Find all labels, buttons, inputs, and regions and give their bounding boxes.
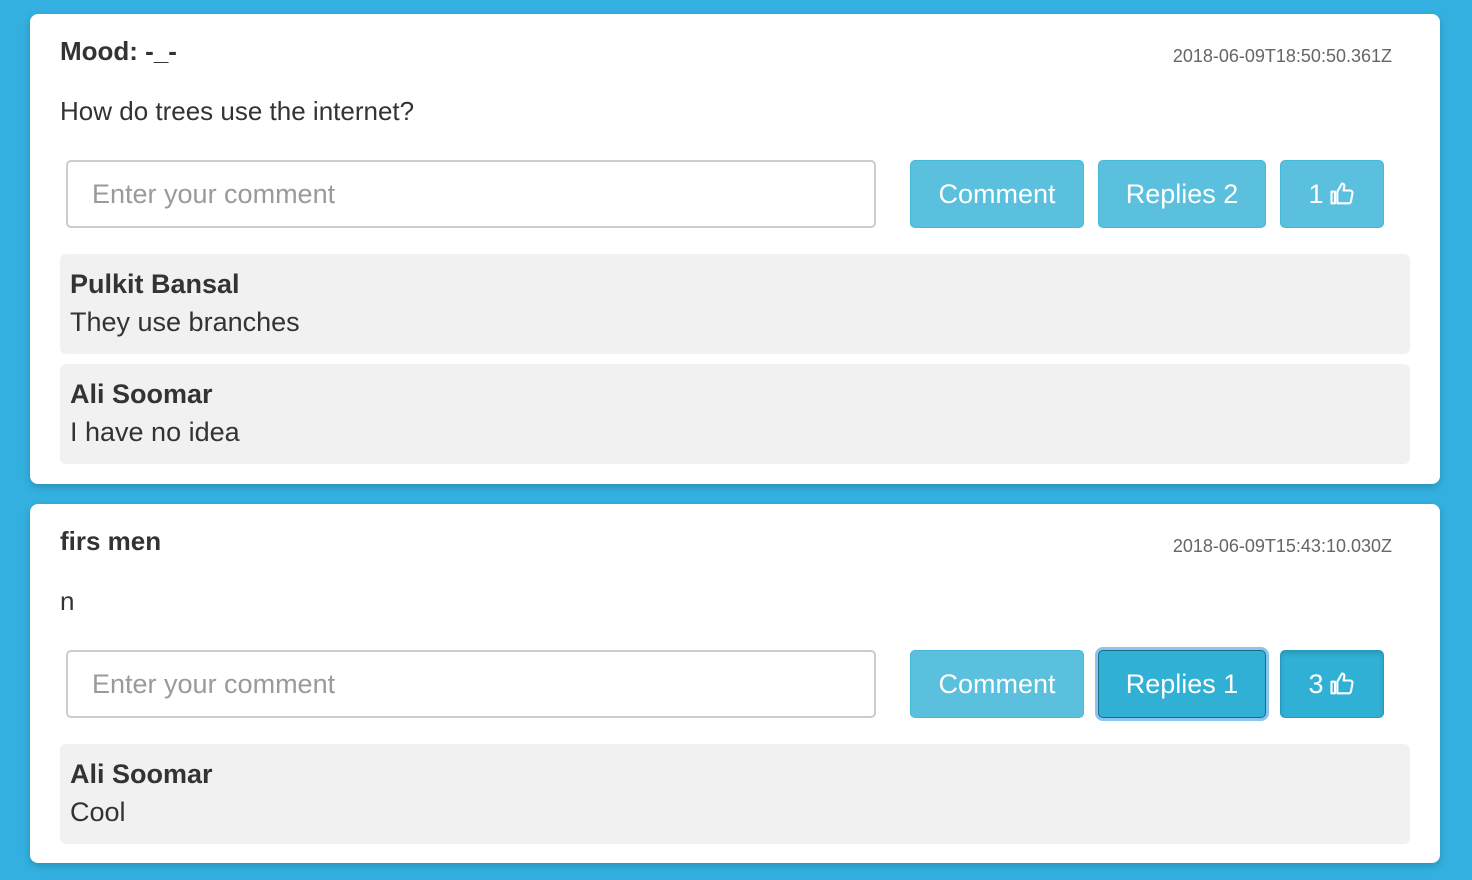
like-button[interactable]: 1 xyxy=(1280,160,1384,228)
post-timestamp: 2018-06-09T18:50:50.361Z xyxy=(1172,46,1392,66)
post-card: Mood: -_- 2018-06-09T18:50:50.361Z How d… xyxy=(30,14,1440,484)
reply-text: I have no idea xyxy=(70,417,240,447)
replies-button[interactable]: Replies 1 xyxy=(1098,650,1266,718)
post-card: firs men 2018-06-09T15:43:10.030Z n Comm… xyxy=(30,504,1440,863)
reply-item: Pulkit Bansal They use branches xyxy=(60,254,1410,354)
reply-item: Ali Soomar Cool xyxy=(60,744,1410,844)
comment-button[interactable]: Comment xyxy=(910,160,1084,228)
reply-author: Ali Soomar xyxy=(70,759,213,789)
reply-item: Ali Soomar I have no idea xyxy=(60,364,1410,464)
reply-author: Ali Soomar xyxy=(70,379,213,409)
post-title: firs men xyxy=(60,526,162,556)
like-count: 3 xyxy=(1308,668,1324,699)
comment-input[interactable] xyxy=(66,650,876,718)
like-count: 1 xyxy=(1308,178,1324,209)
post-body: n xyxy=(60,586,75,616)
comment-button[interactable]: Comment xyxy=(910,650,1084,718)
post-feed: Mood: -_- 2018-06-09T18:50:50.361Z How d… xyxy=(0,0,1472,880)
replies-button[interactable]: Replies 2 xyxy=(1098,160,1266,228)
like-button[interactable]: 3 xyxy=(1280,650,1384,718)
thumbs-up-icon xyxy=(1328,180,1356,208)
reply-text: They use branches xyxy=(70,307,300,337)
comment-input[interactable] xyxy=(66,160,876,228)
reply-author: Pulkit Bansal xyxy=(70,269,240,299)
post-title: Mood: -_- xyxy=(60,36,177,66)
reply-text: Cool xyxy=(70,797,126,827)
post-timestamp: 2018-06-09T15:43:10.030Z xyxy=(1172,536,1392,556)
thumbs-up-icon xyxy=(1328,670,1356,698)
post-body: How do trees use the internet? xyxy=(60,96,415,126)
